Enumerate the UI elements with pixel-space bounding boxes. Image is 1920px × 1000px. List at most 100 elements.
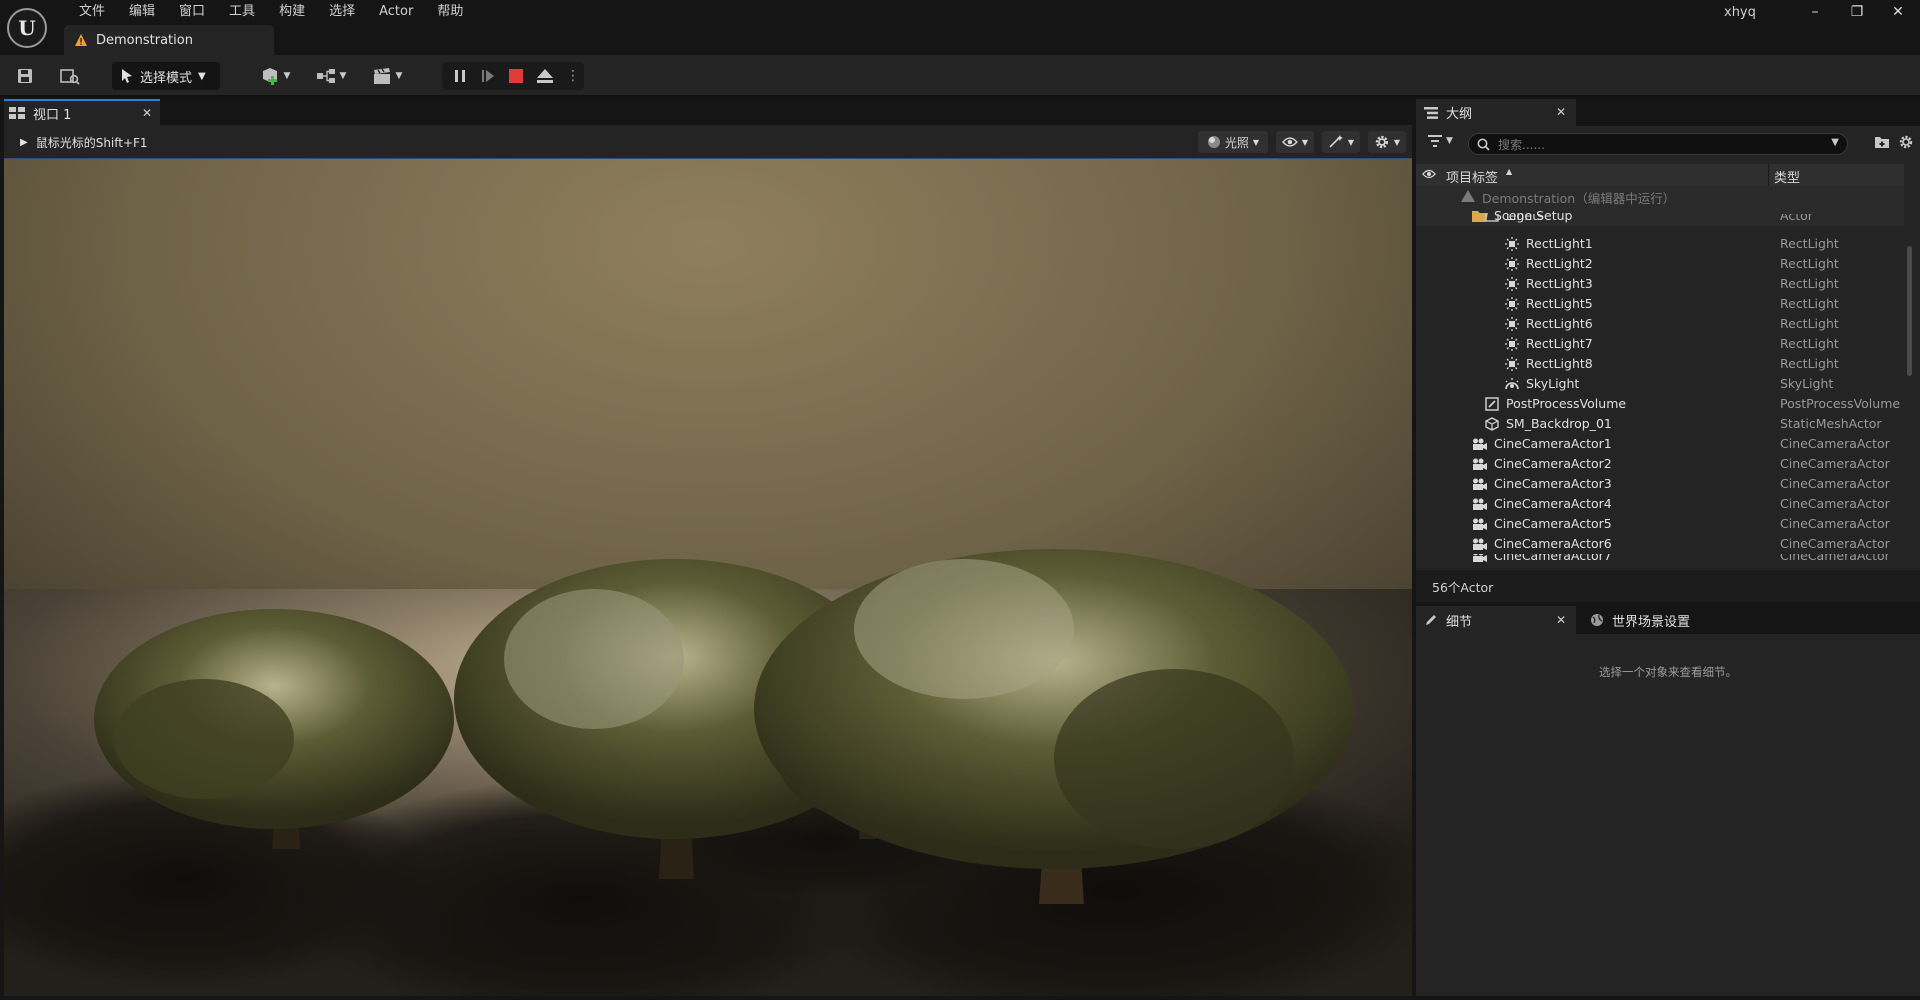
camera-icon [1472,554,1488,562]
eject-icon[interactable] [536,68,554,84]
column-item-label[interactable]: 项目标签 [1446,167,1498,186]
gear-icon [1375,135,1389,149]
play-controls: ⋮ [442,62,584,90]
tab-world-settings[interactable]: 世界场景设置 [1582,606,1742,634]
outliner-row-label: RectLight8 [1526,356,1593,371]
save-icon[interactable] [14,64,36,88]
outliner-panel: ▼ 搜索...... ▼ 项目标签 ▲ 类型 Demonstration（编辑器… [1416,126,1920,602]
outliner-row-type: PostProcessVolume [1780,396,1901,411]
add-folder-icon[interactable] [1874,135,1890,153]
outliner-row-type: CineCameraActor [1780,536,1890,551]
scene-render-image [4,159,1412,996]
stop-icon[interactable] [508,68,524,84]
viewport-settings-button[interactable]: ▼ [1368,131,1406,153]
outliner-row[interactable]: CineCameraActor2 CineCameraActor [1416,454,1904,474]
outliner-row-label: RectLight7 [1526,336,1593,351]
outliner-row-type: CineCameraActor [1780,476,1890,491]
close-outliner-icon[interactable]: ✕ [1556,105,1566,119]
eye-icon [1282,137,1298,147]
menu-tools[interactable]: 工具 [217,2,267,22]
outliner-scrollbar[interactable] [1907,246,1912,376]
outliner-row[interactable]: Lights Actor [1416,214,1904,226]
select-mode-icon [122,69,132,83]
outliner-row[interactable]: SM_Backdrop_01 StaticMeshActor [1416,414,1904,434]
outliner-column-header: 项目标签 ▲ 类型 [1416,164,1904,186]
outliner-row-type: CineCameraActor [1780,516,1890,531]
menu-bar: 文件 编辑 窗口 工具 构建 选择 Actor 帮助 [67,2,475,22]
world-settings-tab-label: 世界场景设置 [1612,614,1691,630]
lighting-mode-button[interactable]: 光照 ▼ [1198,131,1268,153]
outliner-row[interactable]: CineCameraActor3 CineCameraActor [1416,474,1904,494]
outliner-row-type: RectLight [1780,256,1839,271]
search-icon [1477,138,1490,151]
details-empty-message: 选择一个对象来查看细节。 [1599,665,1737,679]
rect-light-icon [1504,356,1520,372]
main-toolbar: 选择模式 ▼ ▼ ▼ ▼ ⋮ [0,55,1920,97]
outliner-row[interactable]: CineCameraActor6 CineCameraActor [1416,534,1904,554]
search-dropdown-icon[interactable]: ▼ [1831,137,1839,148]
close-tab-icon[interactable]: ✕ [142,106,152,120]
outliner-row[interactable]: Demonstration（编辑器中运行） [1416,186,1904,206]
outliner-row[interactable]: CineCameraActor1 CineCameraActor [1416,434,1904,454]
document-tab[interactable]: Demonstration [64,25,274,55]
actor-icon [1484,214,1500,224]
menu-window[interactable]: 窗口 [167,2,217,22]
outliner-row[interactable]: RectLight6 RectLight [1416,314,1904,334]
menu-select[interactable]: 选择 [317,2,367,22]
menu-edit[interactable]: 编辑 [117,2,167,22]
outliner-row[interactable]: RectLight8 RectLight [1416,354,1904,374]
outliner-row[interactable]: RectLight1 RectLight [1416,234,1904,254]
outliner-row[interactable]: RectLight7 RectLight [1416,334,1904,354]
outliner-row-label: CineCameraActor6 [1494,536,1612,551]
outliner-row-type: RectLight [1780,356,1839,371]
tab-details[interactable]: 细节 ✕ [1416,606,1576,634]
outliner-settings-gear-icon[interactable] [1898,134,1914,154]
outliner-footer: 56个Actor [1416,570,1920,602]
outliner-row[interactable]: SkyLight SkyLight [1416,374,1904,394]
close-window-icon[interactable]: ✕ [1883,2,1913,22]
step-frame-icon[interactable] [480,68,496,84]
show-flags-button[interactable]: ▼ [1276,131,1314,153]
outliner-row[interactable]: CineCameraActor5 CineCameraActor [1416,514,1904,534]
more-options-icon[interactable]: ⋮ [566,67,580,85]
visibility-eye-icon[interactable] [1422,168,1436,184]
filter-button[interactable]: ▼ [1428,135,1453,147]
menu-actor[interactable]: Actor [367,2,425,22]
restore-icon[interactable]: ❐ [1842,2,1872,22]
menu-help[interactable]: 帮助 [425,2,475,22]
column-divider[interactable] [1768,164,1769,186]
level-icon [1460,188,1476,204]
menu-build[interactable]: 构建 [267,2,317,22]
outliner-row[interactable]: RectLight5 RectLight [1416,294,1904,314]
menu-file[interactable]: 文件 [67,2,117,22]
outliner-row-label: SM_Backdrop_01 [1506,416,1612,431]
outliner-row-label: CineCameraActor1 [1494,436,1612,451]
unreal-logo-icon[interactable]: U [7,8,47,48]
cinematics-button[interactable]: ▼ [368,64,406,88]
outliner-search-input[interactable]: 搜索...... ▼ [1468,133,1848,155]
outliner-row-type: RectLight [1780,236,1839,251]
outliner-row-label: CineCameraActor2 [1494,456,1612,471]
add-actor-button[interactable]: ▼ [256,64,294,88]
outliner-row[interactable]: RectLight2 RectLight [1416,254,1904,274]
viewport-hint-text: 鼠标光标的Shift+F1 [35,136,148,150]
minimize-icon[interactable]: – [1800,2,1830,22]
outliner-row[interactable]: RectLight3 RectLight [1416,274,1904,294]
tab-viewport-1[interactable]: 视口 1 ✕ [4,99,160,125]
close-details-icon[interactable]: ✕ [1556,613,1566,627]
tab-outliner[interactable]: 大纲 ✕ [1416,99,1576,126]
select-mode-dropdown[interactable]: 选择模式 ▼ [112,62,220,90]
outliner-row[interactable]: CineCameraActor4 CineCameraActor [1416,494,1904,514]
outliner-row-label: RectLight2 [1526,256,1593,271]
title-bar: U 文件 编辑 窗口 工具 构建 选择 Actor 帮助 Demonstrati… [0,0,1920,55]
browse-content-icon[interactable] [58,64,82,88]
viewport-scene[interactable] [4,158,1412,996]
pause-icon[interactable] [452,68,468,84]
realtime-toggle-button[interactable]: ▼ [1322,131,1360,153]
column-type[interactable]: 类型 [1774,167,1800,186]
outliner-row-label: CineCameraActor3 [1494,476,1612,491]
outliner-row[interactable]: PostProcessVolume PostProcessVolume [1416,394,1904,414]
outliner-row[interactable]: CineCameraActor7 CineCameraActor [1416,554,1904,562]
user-name[interactable]: xhyq [1724,5,1756,20]
blueprints-button[interactable]: ▼ [312,64,350,88]
